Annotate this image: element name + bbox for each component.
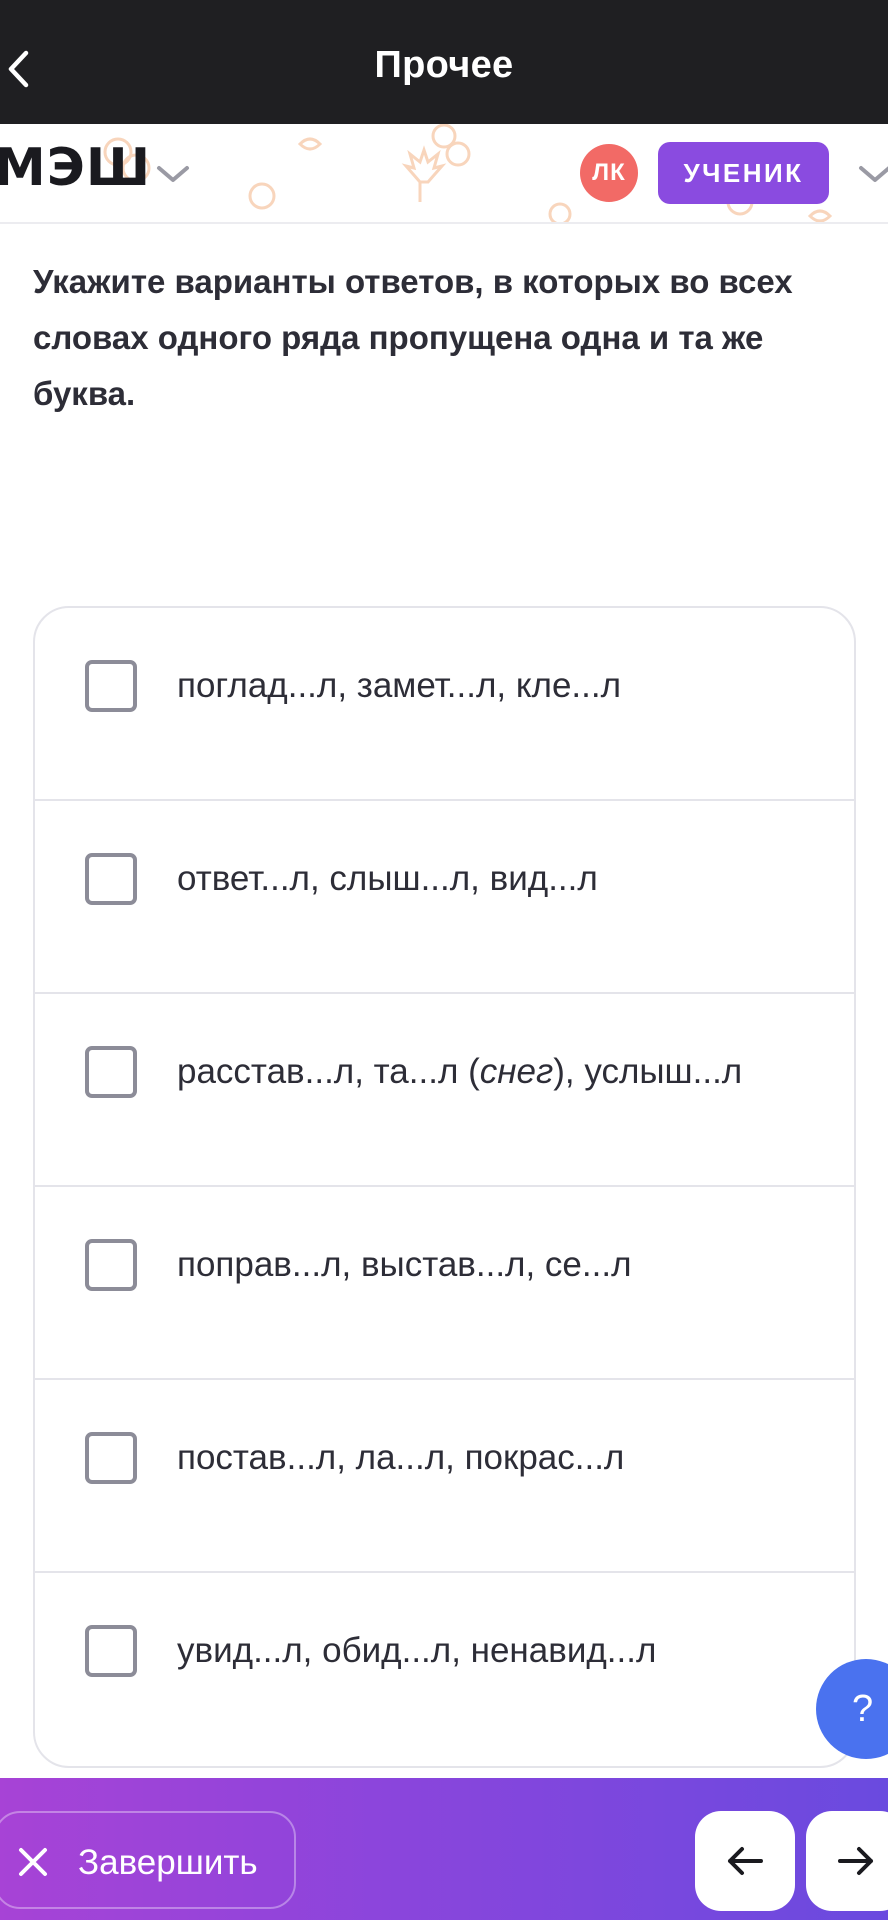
option-text-part: ), услыш...л bbox=[553, 1052, 743, 1091]
chevron-down-icon[interactable] bbox=[858, 164, 888, 184]
answer-options-card: поглад...л, замет...л, кле...л ответ...л… bbox=[33, 606, 856, 1768]
role-badge[interactable]: УЧЕНИК bbox=[658, 142, 829, 204]
checkbox[interactable] bbox=[85, 853, 137, 905]
checkbox[interactable] bbox=[85, 660, 137, 712]
bottom-action-bar: Завершить bbox=[0, 1778, 888, 1920]
option-label: поправ...л, выстав...л, се...л bbox=[177, 1245, 632, 1284]
avatar[interactable]: ЛК bbox=[580, 144, 638, 202]
app-header: МЭШ ЛК УЧЕНИК bbox=[0, 124, 888, 224]
finish-button[interactable]: Завершить bbox=[0, 1811, 296, 1909]
answer-option[interactable]: постав...л, ла...л, покрас...л bbox=[35, 1380, 854, 1573]
close-icon bbox=[19, 1848, 47, 1876]
checkbox[interactable] bbox=[85, 1046, 137, 1098]
answer-option[interactable]: расстав...л, та...л (снег), услыш...л bbox=[35, 994, 854, 1187]
answer-option[interactable]: поправ...л, выстав...л, се...л bbox=[35, 1187, 854, 1380]
option-text-part: расстав...л, та...л ( bbox=[177, 1052, 480, 1091]
chevron-down-icon[interactable] bbox=[156, 164, 190, 184]
page-title: Прочее bbox=[374, 44, 514, 86]
option-label: ответ...л, слыш...л, вид...л bbox=[177, 859, 598, 898]
arrow-left-icon bbox=[728, 1847, 763, 1875]
arrow-right-icon bbox=[838, 1847, 873, 1875]
mesh-logo[interactable]: МЭШ bbox=[0, 138, 151, 198]
previous-question-button[interactable] bbox=[695, 1811, 795, 1911]
option-label: увид...л, обид...л, ненавид...л bbox=[177, 1631, 657, 1670]
answer-option[interactable]: увид...л, обид...л, ненавид...л bbox=[35, 1573, 854, 1766]
question-text: Укажите варианты ответов, в которых во в… bbox=[33, 263, 793, 412]
next-question-button[interactable] bbox=[806, 1811, 888, 1911]
option-text-italic: снег bbox=[479, 1052, 554, 1091]
checkbox[interactable] bbox=[85, 1432, 137, 1484]
checkbox[interactable] bbox=[85, 1625, 137, 1677]
top-navigation-bar: Прочее bbox=[0, 0, 888, 124]
option-label: постав...л, ла...л, покрас...л bbox=[177, 1438, 625, 1477]
answer-option[interactable]: поглад...л, замет...л, кле...л bbox=[35, 608, 854, 801]
answer-option[interactable]: ответ...л, слыш...л, вид...л bbox=[35, 801, 854, 994]
option-label: поглад...л, замет...л, кле...л bbox=[177, 666, 622, 705]
checkbox[interactable] bbox=[85, 1239, 137, 1291]
option-label: расстав...л, та...л (снег), услыш...л bbox=[177, 1052, 742, 1092]
finish-label: Завершить bbox=[78, 1843, 258, 1882]
